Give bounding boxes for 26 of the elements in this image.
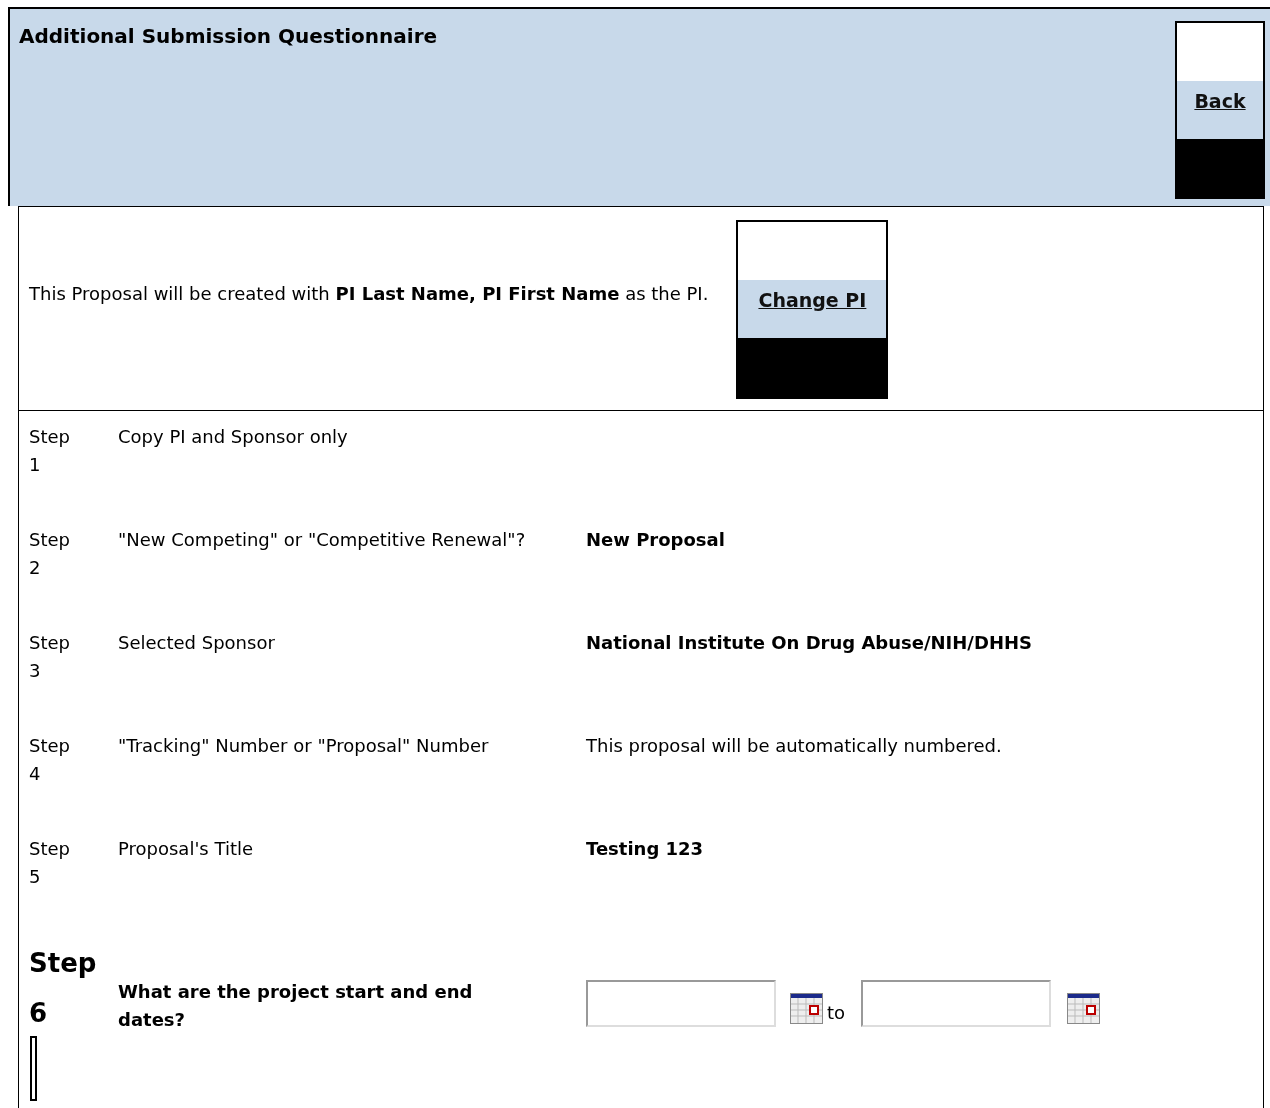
narrow-frame <box>30 1036 37 1101</box>
step-answer: Testing 123 <box>586 837 704 861</box>
step-question: Copy PI and Sponsor only <box>118 425 349 449</box>
calendar-icon[interactable] <box>1067 993 1101 1024</box>
step-number: Step 4 <box>29 734 71 786</box>
step-answer: This proposal will be automatically numbered. <box>586 734 1002 758</box>
end-date-field[interactable] <box>861 980 1052 1027</box>
step-question: Selected Sponsor <box>118 631 276 655</box>
back-button[interactable]: Back <box>1175 21 1265 199</box>
page-title: Additional Submission Questionnaire <box>19 23 438 50</box>
start-date-field[interactable] <box>586 980 776 1027</box>
step-question: "New Competing" or "Competitive Renewal"? <box>118 528 527 552</box>
step-number: Step 5 <box>29 837 71 889</box>
to-label: to <box>827 1001 846 1025</box>
step-answer: New Proposal <box>586 528 725 552</box>
step-question: Proposal's Title <box>118 837 255 861</box>
step-question: "Tracking" Number or "Proposal" Number <box>118 734 490 758</box>
step-number: Step 2 <box>29 528 71 580</box>
step-number: Step 3 <box>29 631 71 683</box>
step-number: Step 1 <box>29 425 71 477</box>
calendar-icon[interactable] <box>790 993 823 1024</box>
step-number: Step 6 <box>29 947 98 1030</box>
step-question: What are the project start and end dates? <box>118 980 474 1032</box>
step-answer: National Institute On Drug Abuse/NIH/DHHS <box>586 631 1032 655</box>
pi-sentence: This Proposal will be created with PI Last Name, PI First Name as the PI. <box>29 282 709 306</box>
change-pi-button[interactable]: Change PI <box>736 220 889 399</box>
